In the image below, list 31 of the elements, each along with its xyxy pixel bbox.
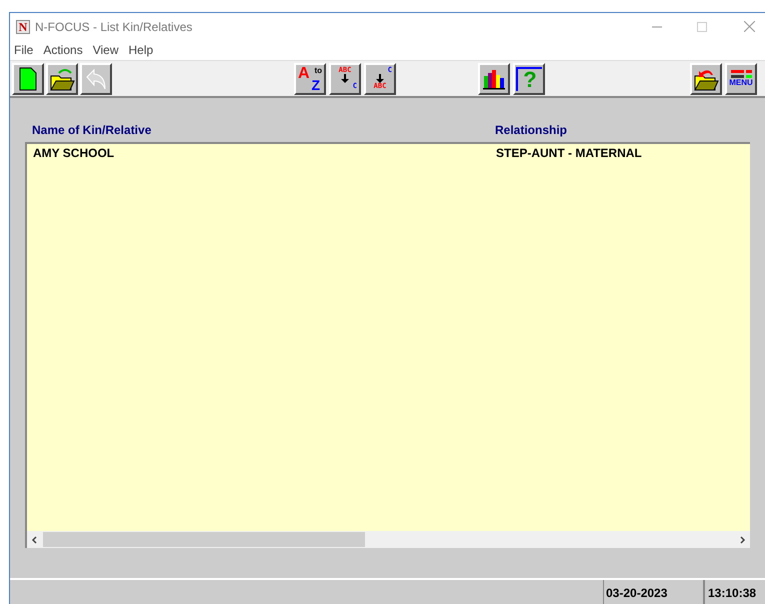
menu-item[interactable]: View: [92, 41, 118, 59]
menu-item[interactable]: Help: [128, 41, 154, 59]
icon-letter: Z: [311, 78, 320, 92]
down-arrow-icon: [376, 74, 384, 83]
down-arrow-icon: [341, 74, 349, 83]
menu-item[interactable]: Actions: [43, 41, 83, 59]
bar-chart-icon: [482, 68, 506, 90]
icon-letter: to: [314, 66, 322, 74]
toolbar-button[interactable]: [12, 62, 44, 94]
status-date: 03-20-2023: [603, 580, 703, 604]
icon-letters: MENU: [729, 79, 753, 87]
column-header: Name of Kin/Relative: [32, 122, 152, 139]
close-icon[interactable]: [744, 21, 755, 32]
toolbar-button[interactable]: [690, 62, 722, 94]
column-header: Relationship: [495, 122, 568, 139]
toolbar-button[interactable]: MENU: [725, 62, 757, 94]
table-cell-text: STEP-AUNT - MATERNAL: [496, 144, 642, 162]
window-title: N-FOCUS - List Kin/Relatives: [35, 18, 192, 36]
app-logo: N: [16, 20, 30, 34]
table-cell-text: AMY SCHOOL: [33, 144, 116, 162]
icon-letter: A: [298, 66, 310, 82]
menu-item[interactable]: File: [14, 41, 34, 59]
grid-icon: [730, 70, 752, 79]
status-time: 13:10:38: [703, 580, 765, 604]
folder-icon: [49, 66, 75, 90]
toolbar-button[interactable]: [46, 62, 78, 94]
document-icon: [19, 66, 37, 90]
horizontal-scrollbar[interactable]: [27, 531, 750, 548]
scrollbar-thumb[interactable]: [43, 532, 365, 547]
undo-arrow-icon: [84, 68, 108, 90]
toolbar-button[interactable]: [478, 62, 510, 94]
